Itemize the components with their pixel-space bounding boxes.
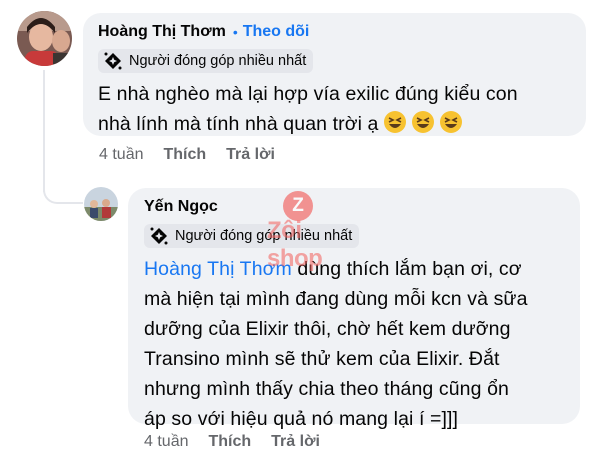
follow-button[interactable]: Theo dõi xyxy=(243,23,310,41)
comment-text-line: E nhà nghèo mà lại hợp vía exilic đúng k… xyxy=(98,83,518,105)
thread-connector xyxy=(43,170,83,204)
like-button[interactable]: Thích xyxy=(208,433,251,451)
laughing-emoji-icon xyxy=(411,110,435,143)
comment-author[interactable]: Yến Ngọc xyxy=(144,198,218,216)
avatar[interactable] xyxy=(84,187,118,221)
separator-dot: • xyxy=(232,24,238,40)
top-contributor-badge[interactable]: Người đóng góp nhiều nhất xyxy=(98,49,314,73)
comment-text-line: mà hiện tại mình đang dùng mỗi kcn và sữ… xyxy=(144,288,528,310)
comment-text: E nhà nghèo mà lại hợp vía exilic đúng k… xyxy=(98,79,570,143)
comment-text-line: nhà lính mà tính nhà quan trời ạ xyxy=(98,109,570,143)
avatar-photo xyxy=(17,11,72,66)
badge-label: Người đóng góp nhiều nhất xyxy=(129,53,307,69)
comment-text: Hoàng Thị Thơm dùng thích lắm bạn ơi, cơ… xyxy=(144,254,564,434)
reply-button[interactable]: Trả lời xyxy=(226,146,275,164)
comment-text-fragment: nhà lính mà tính nhà quan trời ạ xyxy=(98,113,379,135)
comment-text-line: dưỡng của Elixir thôi, chờ hết kem dưỡng xyxy=(144,318,511,340)
avatar-photo xyxy=(84,187,118,221)
comment-meta: 4 tuần Thích Trả lời xyxy=(99,146,295,164)
top-contributor-badge[interactable]: Người đóng góp nhiều nhất xyxy=(144,224,360,248)
comment-text-line: áp so với hiệu quả nó mang lại í =]]] xyxy=(144,408,459,430)
comment-time[interactable]: 4 tuần xyxy=(99,146,143,164)
reply-button[interactable]: Trả lời xyxy=(271,433,320,451)
laughing-emoji-icon xyxy=(439,110,463,143)
comment-meta: 4 tuần Thích Trả lời xyxy=(144,433,340,451)
comment-bubble: Yến Ngọc Người đóng góp nhiều nhất Hoàng… xyxy=(128,188,580,430)
comment-author[interactable]: Hoàng Thị Thơm xyxy=(98,23,226,41)
comment-text-fragment: dùng thích lắm bạn ơi, cơ xyxy=(291,258,522,280)
mention-link[interactable]: Hoàng Thị Thơm xyxy=(144,258,292,280)
laughing-emoji-icon xyxy=(383,110,407,143)
comment-text-line: Hoàng Thị Thơm dùng thích lắm bạn ơi, cơ xyxy=(144,254,564,284)
badge-label: Người đóng góp nhiều nhất xyxy=(175,228,353,244)
avatar[interactable] xyxy=(17,11,72,66)
comment-text-line: Transino mình sẽ thử kem của Elixir. Đắt xyxy=(144,348,500,370)
comment-time[interactable]: 4 tuần xyxy=(144,433,188,451)
sparkle-diamond-icon xyxy=(104,52,122,70)
comment-text-line: nhưng mình thấy chia theo tháng cũng ổn xyxy=(144,378,509,400)
sparkle-diamond-icon xyxy=(150,227,168,245)
like-button[interactable]: Thích xyxy=(163,146,206,164)
comment-bubble: Hoàng Thị Thơm • Theo dõi Người đóng góp… xyxy=(83,13,586,136)
